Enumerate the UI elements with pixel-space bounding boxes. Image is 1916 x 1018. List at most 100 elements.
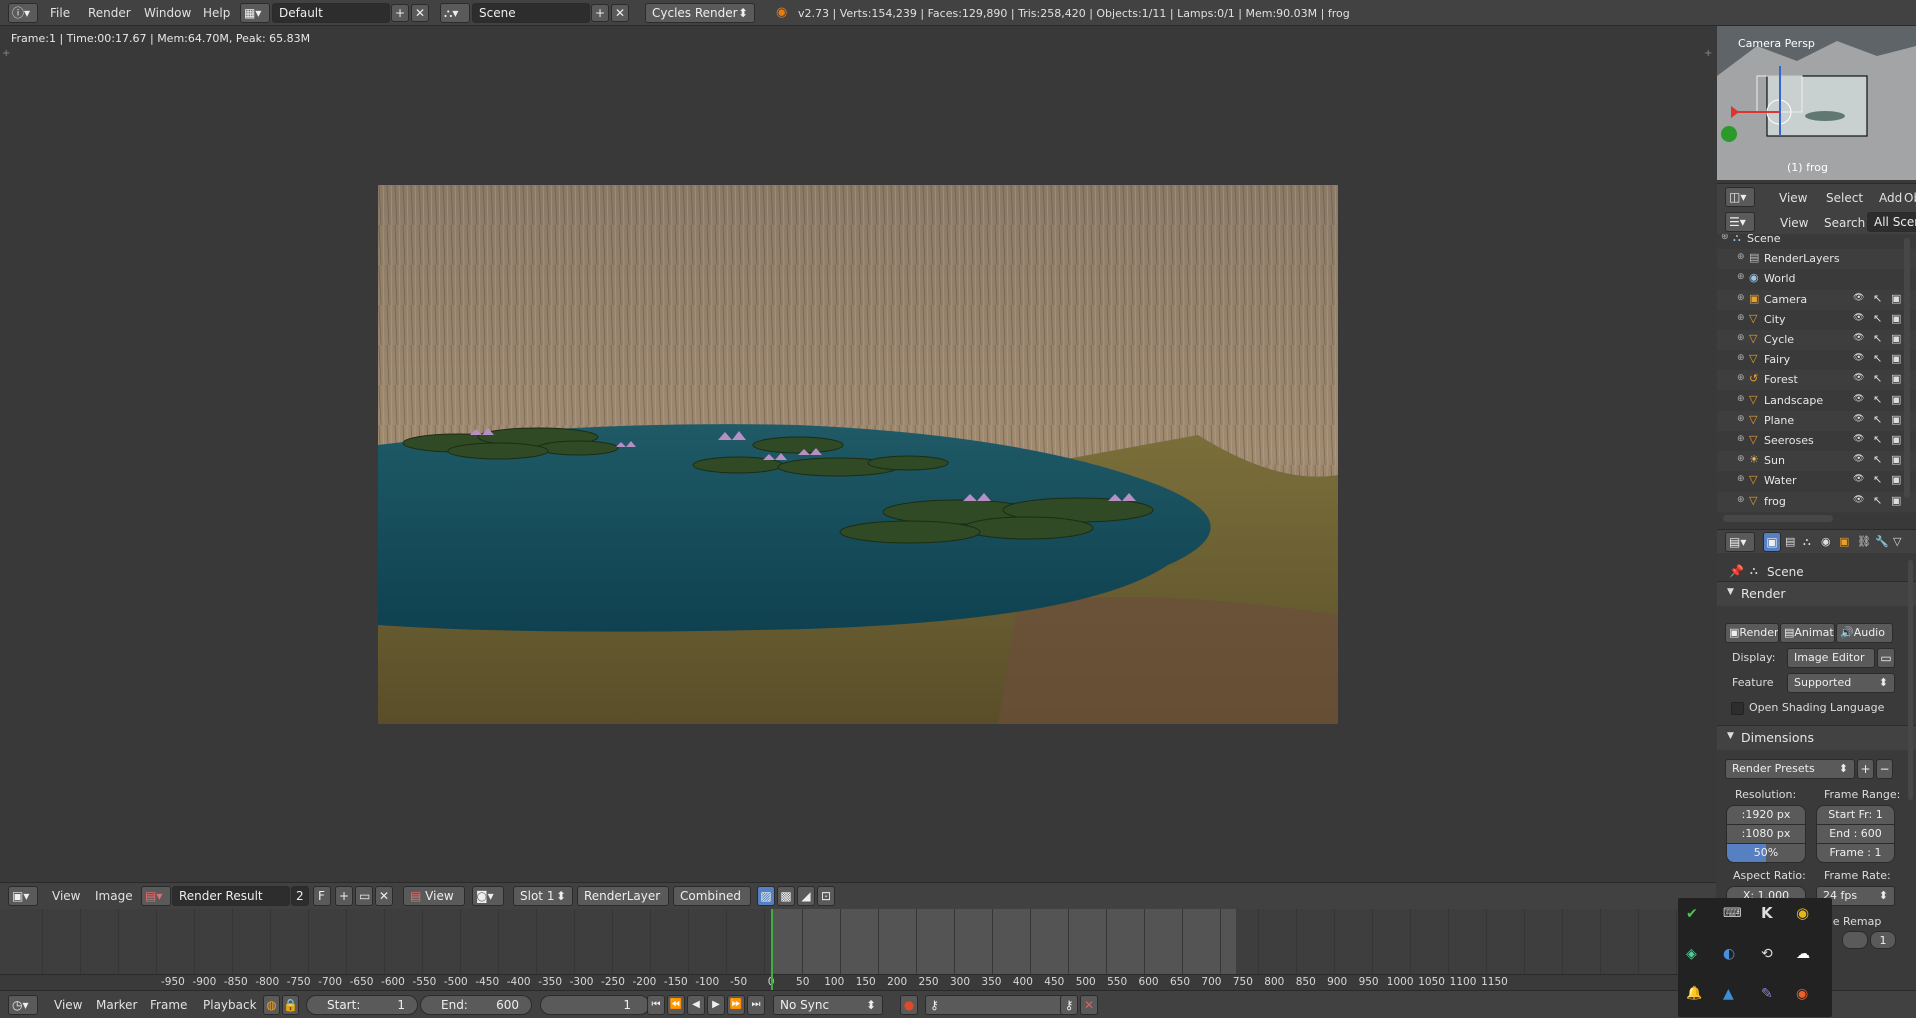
display-toggle-icon[interactable]: ▭: [1877, 648, 1895, 668]
sync-icon[interactable]: ⟲: [1761, 946, 1773, 962]
outliner-item-cycle[interactable]: ⊕ ▽ Cycle 👁 ↖ ▣: [1717, 330, 1916, 350]
outliner-hscrollbar[interactable]: [1723, 515, 1833, 522]
dimensions-section-header[interactable]: ▼ Dimensions: [1717, 725, 1916, 750]
remove-preset-button[interactable]: −: [1876, 759, 1893, 779]
expand-toggle-icon[interactable]: ⊕: [1721, 234, 1729, 242]
steam-icon[interactable]: ◐: [1723, 946, 1735, 962]
view-mode-select[interactable]: ▤ View: [403, 886, 465, 906]
render-result-image[interactable]: [378, 185, 1338, 724]
selectable-cursor-icon[interactable]: ↖: [1873, 312, 1882, 325]
chrome-icon[interactable]: ◉: [1796, 904, 1809, 922]
image-users-count[interactable]: 2: [291, 886, 309, 906]
expand-toggle-icon[interactable]: ⊕: [1737, 454, 1745, 464]
visibility-eye-icon[interactable]: 👁: [1853, 313, 1864, 323]
editor-type-timeline-button[interactable]: ◷▾: [8, 995, 38, 1015]
renderable-camera-icon[interactable]: ▣: [1891, 494, 1901, 507]
menu-view[interactable]: View: [1779, 191, 1807, 205]
selectable-cursor-icon[interactable]: ↖: [1873, 433, 1882, 446]
lock-range-icon[interactable]: 🔒: [282, 995, 299, 1015]
visibility-eye-icon[interactable]: 👁: [1853, 293, 1864, 303]
editor-type-3d-button[interactable]: ◫▾: [1725, 187, 1755, 207]
selectable-cursor-icon[interactable]: ↖: [1873, 494, 1882, 507]
menu-window[interactable]: Window: [144, 6, 191, 20]
fake-user-button[interactable]: F: [313, 886, 331, 906]
draw-alpha-toggle[interactable]: ▩: [777, 886, 795, 906]
outliner-item-camera[interactable]: ⊕ ▣ Camera 👁 ↖ ▣: [1717, 289, 1916, 310]
time-remap-old-field[interactable]: [1842, 931, 1868, 949]
selectable-cursor-icon[interactable]: ↖: [1873, 352, 1882, 365]
expand-toggle-icon[interactable]: ⊕: [1737, 313, 1745, 323]
start-frame-field[interactable]: Start: 1: [306, 995, 418, 1015]
network-icon[interactable]: ◈: [1686, 946, 1697, 962]
render-engine-select[interactable]: Cycles Render ⬍: [645, 3, 755, 23]
outliner-item-water[interactable]: ⊕ ▽ Water 👁 ↖ ▣: [1717, 471, 1916, 491]
selectable-cursor-icon[interactable]: ↖: [1873, 393, 1882, 406]
renderable-camera-icon[interactable]: ▣: [1891, 332, 1901, 345]
slot-select[interactable]: Slot 1 ⬍: [513, 886, 573, 906]
editor-type-image-button[interactable]: ▣▾: [8, 886, 38, 906]
jump-keyframe-forward-button[interactable]: ⏩: [727, 995, 745, 1015]
bell-icon[interactable]: 🔔: [1686, 986, 1702, 1001]
menu-select[interactable]: Select: [1826, 191, 1863, 205]
visibility-eye-icon[interactable]: 👁: [1853, 394, 1864, 404]
outliner-item-landscape[interactable]: ⊕ ▽ Landscape 👁 ↖ ▣: [1717, 391, 1916, 411]
corner-plus-icon[interactable]: +: [2, 48, 10, 59]
osl-checkbox[interactable]: [1731, 702, 1744, 715]
render-section-header[interactable]: ▼ Render: [1717, 581, 1916, 606]
add-scene-button[interactable]: +: [591, 4, 609, 22]
insert-keyframe-icon[interactable]: ⚷: [1060, 995, 1078, 1015]
render-layers-tab-icon[interactable]: ▤: [1785, 535, 1795, 548]
render-layer-select[interactable]: RenderLayer⬍: [577, 886, 669, 906]
add-layout-button[interactable]: +: [391, 4, 409, 22]
outliner-item-sun[interactable]: ⊕ ☀ Sun 👁 ↖ ▣: [1717, 451, 1916, 472]
delete-layout-button[interactable]: ✕: [411, 4, 429, 22]
visibility-eye-icon[interactable]: 👁: [1853, 373, 1864, 383]
scene-field[interactable]: Scene: [472, 3, 590, 23]
render-pass-select[interactable]: Combined⬍: [673, 886, 751, 906]
menu-help[interactable]: Help: [203, 6, 230, 20]
record-button[interactable]: ●: [900, 995, 918, 1015]
selectable-cursor-icon[interactable]: ↖: [1873, 372, 1882, 385]
expand-toggle-icon[interactable]: ⊕: [1737, 434, 1745, 444]
image-name-field[interactable]: Render Result: [172, 886, 290, 906]
layout-field[interactable]: Default: [272, 3, 390, 23]
outliner-item-frog[interactable]: ⊕ ▽ frog 👁 ↖ ▣: [1717, 491, 1916, 512]
selectable-cursor-icon[interactable]: ↖: [1873, 413, 1882, 426]
sync-mode-select[interactable]: No Sync ⬍: [773, 995, 883, 1015]
renderable-camera-icon[interactable]: ▣: [1891, 413, 1901, 426]
constraints-tab-icon[interactable]: ⛓: [1857, 535, 1871, 548]
selectable-cursor-icon[interactable]: ↖: [1873, 332, 1882, 345]
expand-toggle-icon[interactable]: ⊕: [1737, 333, 1745, 343]
preview-range-icon[interactable]: ◍: [263, 995, 280, 1015]
visibility-eye-icon[interactable]: 👁: [1853, 434, 1864, 444]
expand-toggle-icon[interactable]: ⊕: [1737, 414, 1745, 424]
expand-toggle-icon[interactable]: ⊕: [1737, 373, 1745, 383]
editor-type-outliner-button[interactable]: ☰▾: [1725, 212, 1755, 232]
render-presets-select[interactable]: Render Presets ⬍: [1725, 759, 1855, 779]
render-animation-button[interactable]: ▤Animat: [1780, 623, 1835, 643]
delete-keyframe-icon[interactable]: ✕: [1080, 995, 1098, 1015]
play-reverse-button[interactable]: ◀: [687, 995, 705, 1015]
shield-check-icon[interactable]: ✔: [1686, 906, 1698, 922]
outliner-item-scene[interactable]: ⊕ ⛬ Scene: [1717, 234, 1916, 249]
outliner-filter-select[interactable]: All Scenes: [1867, 212, 1916, 232]
new-image-icon[interactable]: +: [335, 886, 353, 906]
editor-type-properties-button[interactable]: ▤▾: [1725, 532, 1755, 552]
menu-object[interactable]: Ob: [1904, 191, 1916, 205]
selectable-cursor-icon[interactable]: ↖: [1873, 473, 1882, 486]
renderable-camera-icon[interactable]: ▣: [1891, 473, 1901, 486]
corner-plus-icon[interactable]: +: [1704, 48, 1712, 59]
delete-scene-button[interactable]: ✕: [611, 4, 629, 22]
renderable-camera-icon[interactable]: ▣: [1891, 292, 1901, 305]
outliner-item-seeroses[interactable]: ⊕ ▽ Seeroses 👁 ↖ ▣: [1717, 431, 1916, 451]
renderable-camera-icon[interactable]: ▣: [1891, 433, 1901, 446]
world-tab-icon[interactable]: ◉: [1821, 535, 1831, 548]
image-browse-icon[interactable]: ▤▾: [141, 886, 171, 906]
drive-icon[interactable]: ▲: [1723, 986, 1734, 1002]
current-frame-field[interactable]: 1: [540, 995, 650, 1015]
jump-start-button[interactable]: ⏮: [647, 995, 665, 1015]
start-frame-prop-field[interactable]: Start Fr: 1: [1816, 805, 1895, 825]
menu-file[interactable]: File: [50, 6, 70, 20]
play-button[interactable]: ▶: [707, 995, 725, 1015]
timeline-area[interactable]: -950 -900 -850 -800 -750 -700 -650 -600 -550 -500…: [0, 909, 1716, 991]
